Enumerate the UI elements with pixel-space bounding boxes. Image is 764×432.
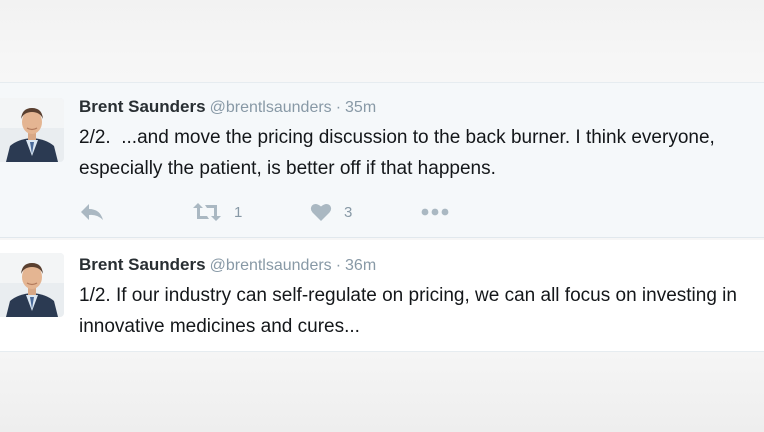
separator-dot: · <box>335 99 342 116</box>
author-name[interactable]: Brent Saunders <box>79 255 206 274</box>
separator-dot: · <box>335 257 342 274</box>
tweet-header: Brent Saunders @brentlsaunders · 35m <box>79 97 376 118</box>
retweet-button[interactable]: 1 <box>192 199 242 225</box>
tweet-actions: 1 3 <box>79 199 499 225</box>
like-count: 3 <box>344 203 353 221</box>
more-options-button[interactable] <box>420 199 450 225</box>
retweet-count: 1 <box>234 203 243 221</box>
heart-icon <box>310 203 332 221</box>
avatar[interactable] <box>0 253 64 317</box>
author-handle[interactable]: @brentlsaunders <box>210 257 332 274</box>
tweet-header: Brent Saunders @brentlsaunders · 36m <box>79 255 376 276</box>
avatar-image <box>0 253 64 317</box>
author-handle[interactable]: @brentlsaunders <box>210 99 332 116</box>
tweet-text: 1/2. If our industry can self-regulate o… <box>79 285 743 337</box>
tweet-timestamp[interactable]: 35m <box>345 99 376 116</box>
like-button[interactable]: 3 <box>310 199 352 225</box>
tweet[interactable]: Brent Saunders @brentlsaunders · 36m 1/2. I… <box>0 240 764 352</box>
author-name[interactable]: Brent Saunders <box>79 97 206 116</box>
reply-icon <box>81 204 103 220</box>
tweet-text: 2/2. ...and move the pricing discussion … <box>79 127 721 179</box>
reply-button[interactable] <box>79 199 105 225</box>
avatar-image <box>0 98 64 162</box>
avatar[interactable] <box>0 98 64 162</box>
tweet-timestamp[interactable]: 36m <box>345 257 376 274</box>
retweet-icon <box>193 203 221 221</box>
more-dots-icon <box>421 208 449 216</box>
tweet[interactable]: Brent Saunders @brentlsaunders · 35m 2/2. .… <box>0 82 764 238</box>
